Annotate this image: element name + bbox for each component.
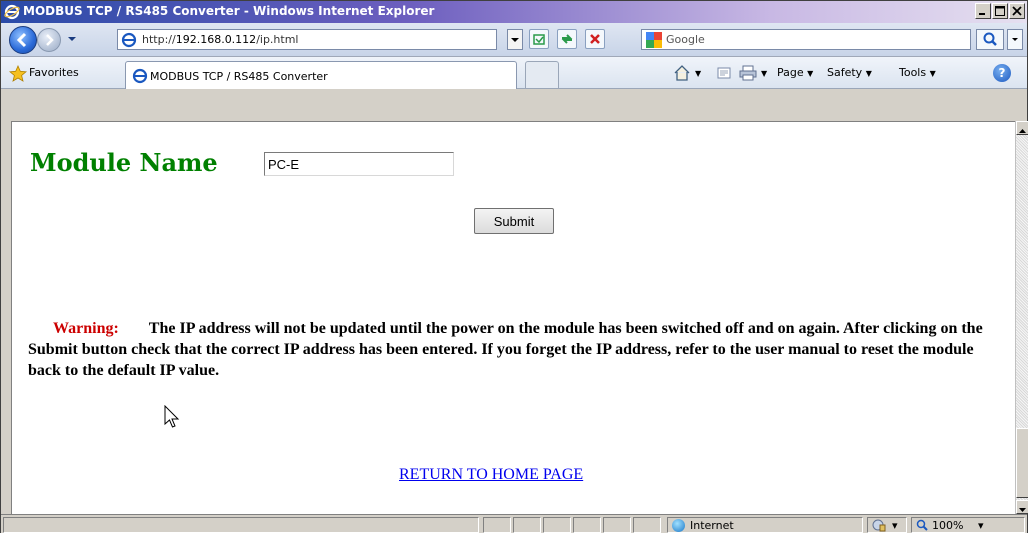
zone-label: Internet — [690, 519, 734, 532]
url-path: /ip.html — [256, 33, 299, 46]
status-cell — [573, 517, 601, 533]
new-tab-button[interactable] — [525, 61, 559, 89]
status-cell — [543, 517, 571, 533]
status-cell — [633, 517, 661, 533]
compatibility-view-button[interactable] — [529, 29, 549, 49]
home-dropdown-icon[interactable]: ▼ — [695, 66, 701, 79]
refresh-button[interactable] — [557, 29, 577, 49]
favorites-button[interactable]: Favorites — [29, 66, 79, 79]
zoom-level: 100% — [932, 519, 964, 532]
safety-menu-label: Safety — [827, 66, 863, 79]
compatibility-view-icon — [533, 34, 545, 45]
refresh-icon — [561, 34, 573, 44]
security-zone[interactable]: Internet — [667, 517, 863, 533]
protected-mode-cell[interactable]: ▾ — [867, 517, 907, 533]
zoom-icon — [916, 519, 928, 531]
address-input[interactable]: http://192.168.0.112/ip.html — [117, 29, 497, 50]
search-placeholder: Google — [666, 33, 705, 46]
print-icon[interactable] — [739, 65, 757, 81]
scroll-down-button[interactable] — [1016, 500, 1028, 514]
minimize-button[interactable] — [975, 3, 991, 19]
page-content: Module Name Submit Warning:The IP addres… — [11, 121, 1015, 514]
page-menu-label: Page — [777, 66, 804, 79]
stop-icon — [590, 34, 600, 44]
address-url: http://192.168.0.112/ip.html — [142, 33, 299, 46]
status-cell — [483, 517, 511, 533]
tools-menu-label: Tools — [899, 66, 927, 79]
tools-menu[interactable]: Tools ▼ — [899, 66, 936, 79]
status-cell — [513, 517, 541, 533]
print-dropdown-icon[interactable]: ▼ — [761, 66, 767, 79]
safety-menu[interactable]: Safety ▼ — [827, 66, 872, 79]
address-dropdown-button[interactable] — [507, 29, 523, 50]
vertical-scrollbar[interactable] — [1015, 121, 1028, 514]
submit-button[interactable]: Submit — [474, 208, 554, 234]
module-name-heading: Module Name — [30, 148, 218, 177]
favorites-star-icon[interactable] — [9, 65, 27, 82]
page-icon — [121, 32, 137, 48]
internet-explorer-icon — [4, 4, 20, 20]
tab-label: MODBUS TCP / RS485 Converter — [150, 70, 328, 83]
back-arrow-icon — [16, 32, 27, 48]
protected-mode-dropdown-icon: ▾ — [892, 519, 898, 532]
warning-paragraph: Warning: The IP address will not be updat… — [28, 318, 1008, 381]
module-name-input[interactable] — [264, 152, 454, 176]
chevron-down-icon — [511, 38, 519, 42]
status-cell — [603, 517, 631, 533]
chevron-down-icon — [1012, 38, 1018, 41]
scroll-up-button[interactable] — [1016, 121, 1028, 135]
help-icon[interactable]: ? — [993, 64, 1011, 82]
warning-text: The IP address will not be updated until… — [28, 320, 983, 379]
search-icon — [983, 32, 997, 46]
window-controls — [975, 3, 1025, 19]
search-options-button[interactable] — [1007, 29, 1023, 50]
home-icon[interactable] — [673, 64, 691, 82]
return-home-link[interactable]: RETURN TO HOME PAGE — [399, 466, 583, 484]
warning-label: Warning: — [53, 320, 119, 337]
zoom-control[interactable]: 100% ▾ — [911, 517, 1025, 533]
url-prefix: http:// — [142, 33, 176, 46]
mouse-cursor-icon — [164, 405, 180, 428]
status-bar: Internet ▾ 100% ▾ — [1, 514, 1027, 533]
maximize-button[interactable] — [992, 3, 1008, 19]
forward-button[interactable] — [37, 28, 61, 52]
stop-button[interactable] — [585, 29, 605, 49]
search-input[interactable]: Google — [641, 29, 971, 50]
zoom-dropdown-icon: ▾ — [978, 519, 984, 532]
scroll-thumb[interactable] — [1016, 428, 1028, 498]
search-button[interactable] — [976, 29, 1004, 50]
forward-arrow-icon — [46, 34, 54, 46]
window-title: MODBUS TCP / RS485 Converter - Windows I… — [23, 4, 435, 18]
browser-window: MODBUS TCP / RS485 Converter - Windows I… — [0, 0, 1028, 533]
recent-pages-dropdown-icon[interactable] — [67, 35, 77, 43]
back-button[interactable] — [9, 26, 37, 54]
tab-current-page[interactable]: MODBUS TCP / RS485 Converter — [125, 61, 517, 89]
protected-mode-icon — [872, 519, 886, 532]
title-bar[interactable]: MODBUS TCP / RS485 Converter - Windows I… — [1, 1, 1027, 23]
close-button[interactable] — [1009, 3, 1025, 19]
address-toolbar: http://192.168.0.112/ip.html Google — [1, 23, 1027, 57]
scroll-up-icon — [1019, 129, 1026, 133]
maximize-icon — [995, 6, 1005, 16]
page-menu[interactable]: Page ▼ — [777, 66, 813, 79]
feeds-icon[interactable] — [717, 67, 731, 79]
url-host: 192.168.0.112 — [175, 33, 257, 46]
page-icon — [132, 68, 148, 84]
close-icon — [1012, 6, 1022, 16]
favorites-tab-bar: Favorites MODBUS TCP / RS485 Converter ▼… — [1, 57, 1027, 89]
status-text-cell — [3, 517, 479, 533]
google-icon — [646, 32, 662, 48]
internet-zone-icon — [672, 519, 685, 532]
minimize-icon — [979, 13, 985, 15]
